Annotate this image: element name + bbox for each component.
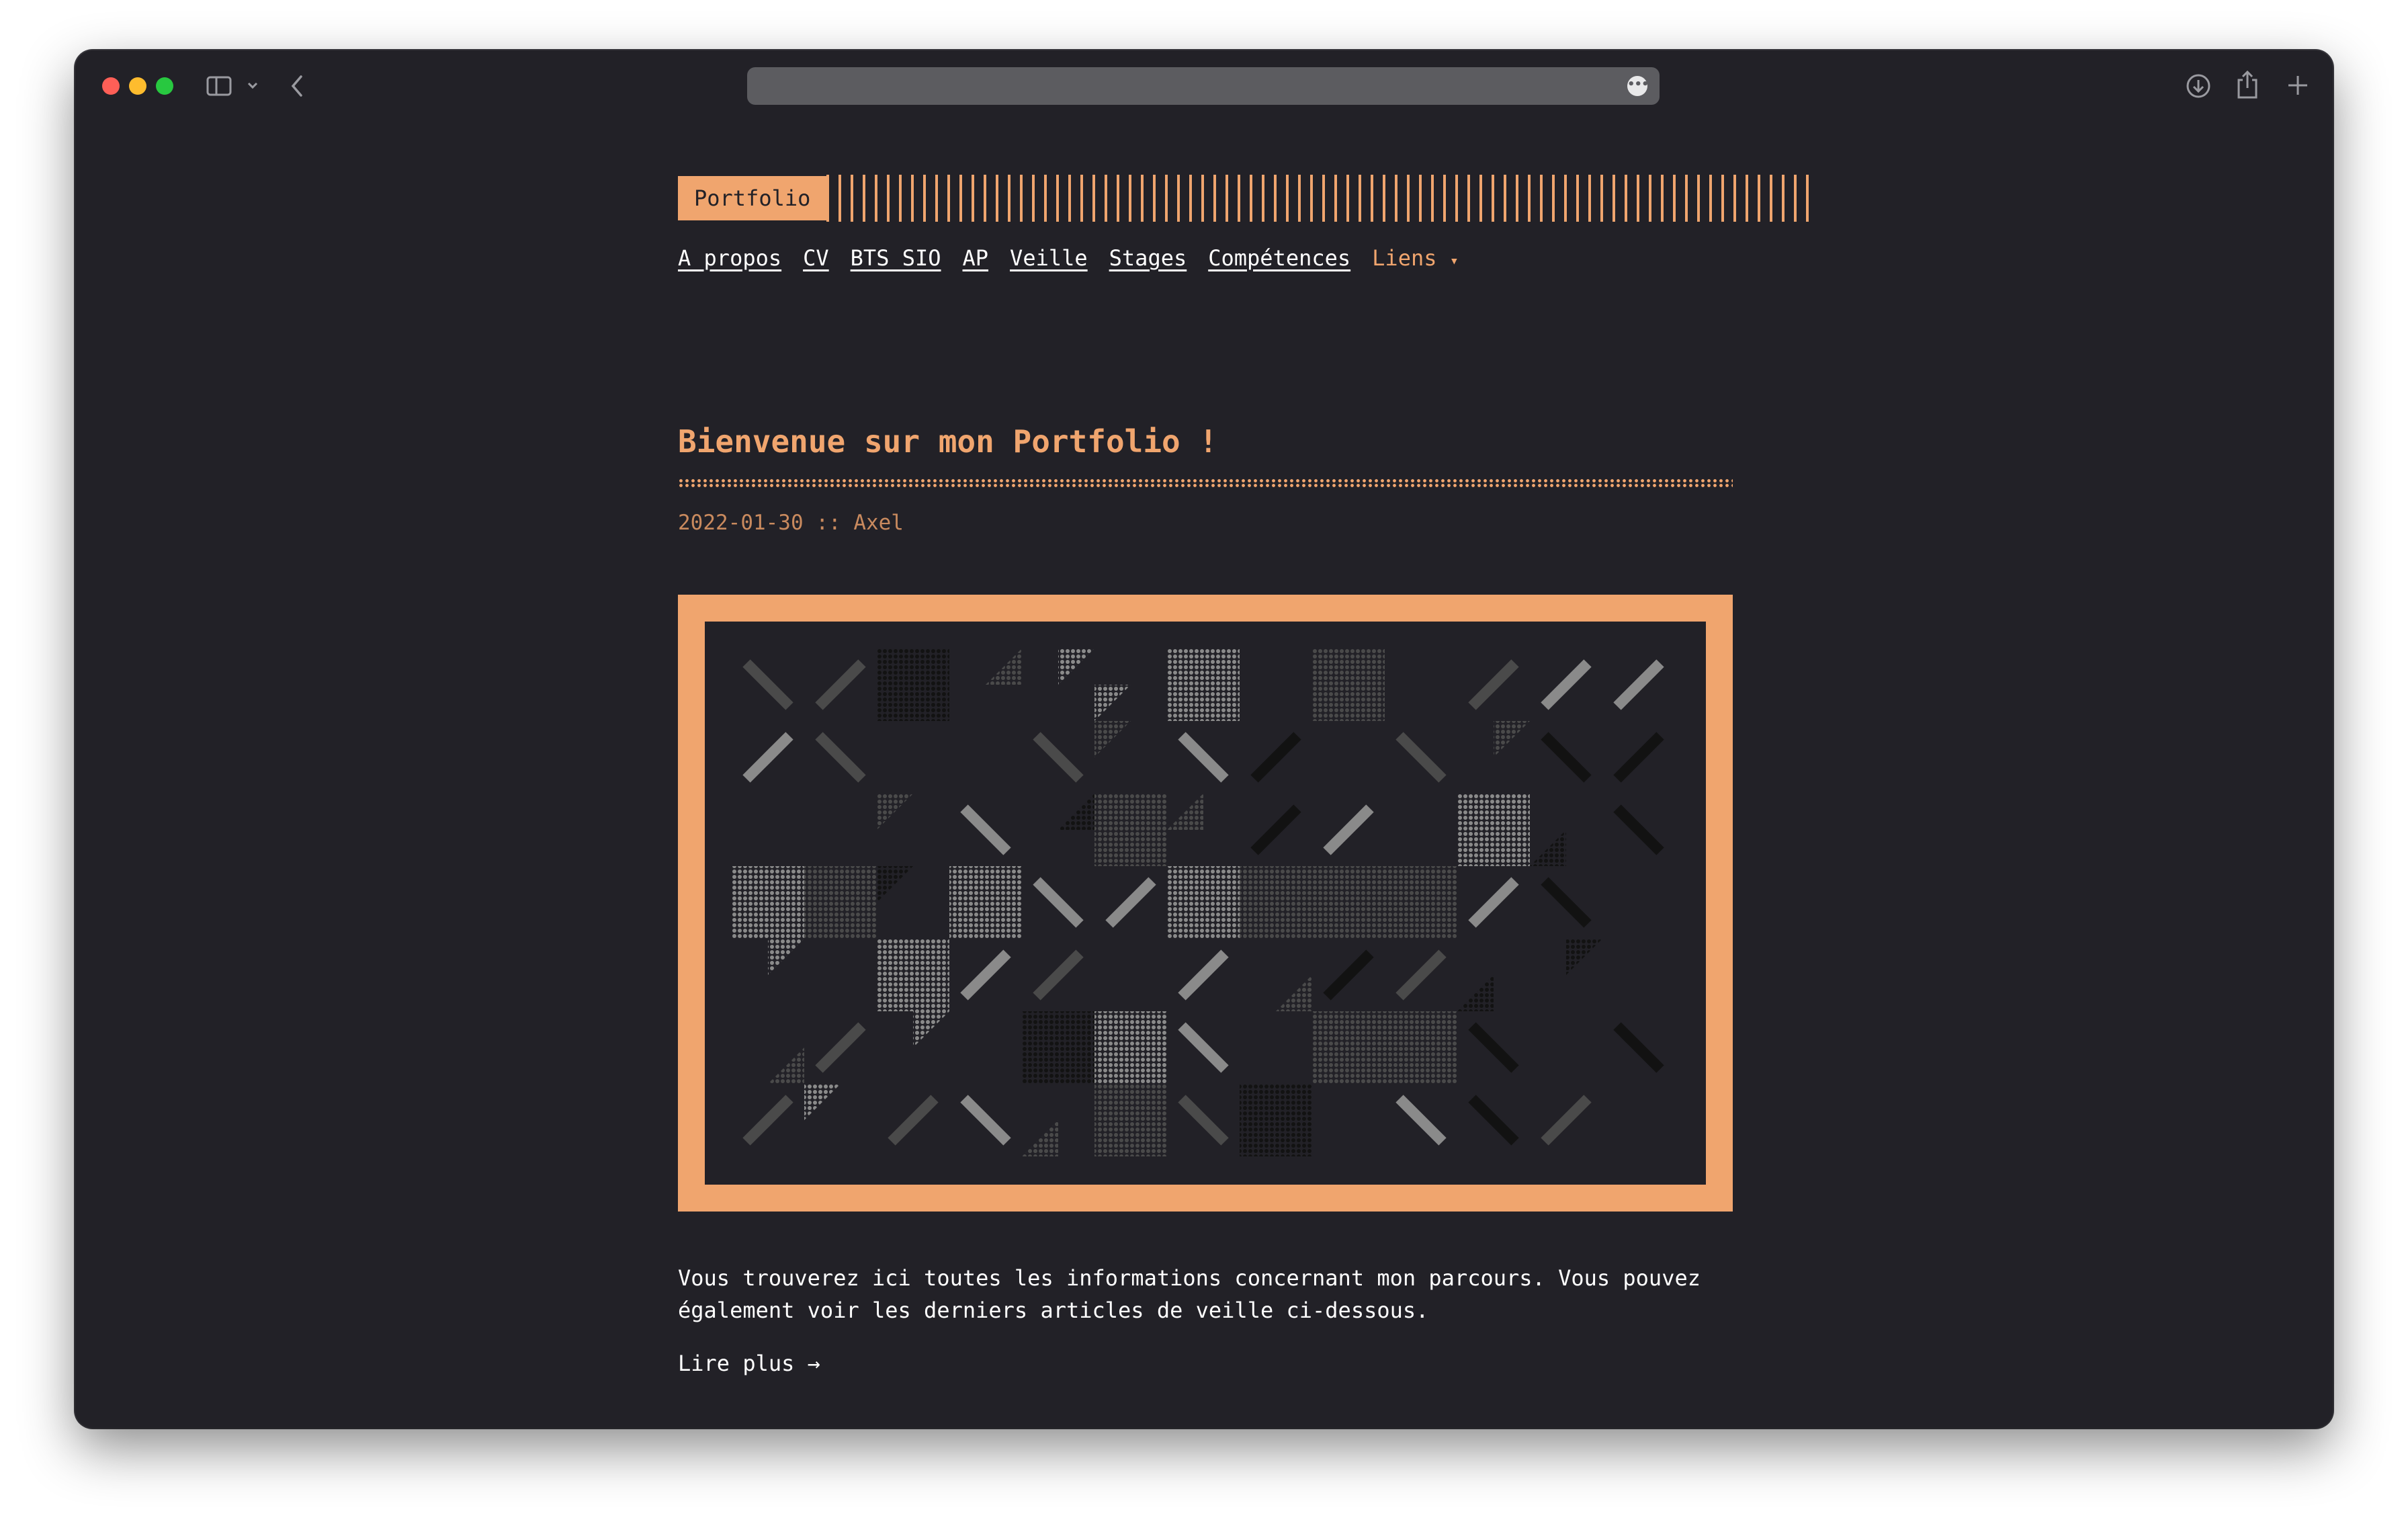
read-more-link[interactable]: Lire plus → bbox=[678, 1351, 820, 1376]
main-nav: A propos CV BTS SIO AP Veille Stages Compétenc… bbox=[678, 245, 1459, 271]
sidebar-icon[interactable] bbox=[206, 76, 233, 96]
minimize-dot[interactable] bbox=[129, 77, 146, 95]
dropdown-arrow-icon: ▾ bbox=[1449, 253, 1459, 269]
post-date: 2022-01-30 bbox=[678, 511, 804, 535]
share-icon[interactable] bbox=[2235, 69, 2260, 100]
nav-competences[interactable]: Compétences bbox=[1208, 245, 1350, 271]
intro-paragraph: Vous trouverez ici toutes les informatio… bbox=[678, 1265, 1701, 1323]
title-underline bbox=[678, 478, 1733, 488]
nav-liens-label: Liens bbox=[1372, 245, 1437, 271]
nav-stages[interactable]: Stages bbox=[1109, 245, 1187, 271]
nav-liens-dropdown[interactable]: Liens ▾ bbox=[1372, 245, 1459, 271]
nav-cv[interactable]: CV bbox=[803, 245, 829, 271]
more-icon[interactable]: ••• bbox=[1627, 76, 1649, 96]
plus-icon[interactable] bbox=[2286, 73, 2310, 97]
close-dot[interactable] bbox=[102, 77, 120, 95]
nav-veille[interactable]: Veille bbox=[1010, 245, 1088, 271]
back-icon[interactable] bbox=[289, 74, 305, 98]
logo-decoration bbox=[826, 175, 1810, 222]
zoom-dot[interactable] bbox=[156, 77, 173, 95]
post-title[interactable]: Bienvenue sur mon Portfolio ! bbox=[678, 423, 1217, 460]
post-author: Axel bbox=[853, 511, 904, 535]
download-icon[interactable] bbox=[2185, 73, 2212, 99]
site-logo[interactable]: Portfolio bbox=[678, 176, 827, 220]
browser-window: ••• Portfolio A propos CV BTS SIO AP Veille S… bbox=[75, 50, 2333, 1428]
meta-separator: :: bbox=[816, 511, 841, 535]
cover-image bbox=[678, 595, 1733, 1212]
nav-bts-sio[interactable]: BTS SIO bbox=[851, 245, 941, 271]
chevron-down-icon[interactable] bbox=[247, 81, 259, 90]
geometric-pattern-image bbox=[705, 622, 1706, 1185]
nav-ap[interactable]: AP bbox=[963, 245, 989, 271]
nav-a-propos[interactable]: A propos bbox=[678, 245, 781, 271]
post-meta: 2022-01-30 :: Axel bbox=[678, 511, 904, 535]
address-bar[interactable]: ••• bbox=[747, 67, 1660, 105]
